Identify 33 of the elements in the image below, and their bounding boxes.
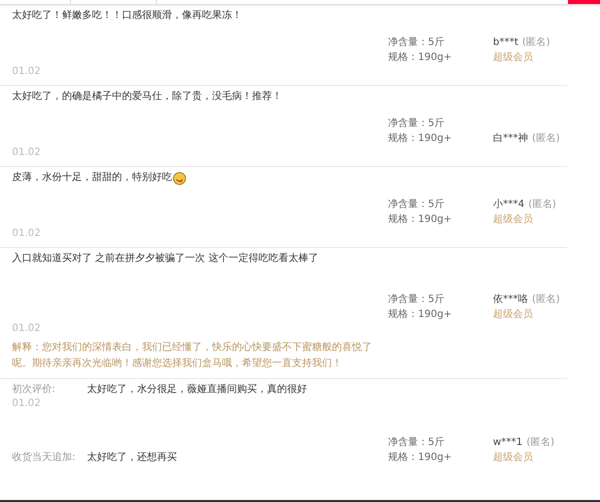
seller-reply: 解释：您对我们的深情表白，我们已经懂了，快乐的心快要盛不下蜜糖般的喜悦了呢。期待亲亲再次光临哟！感谢您选择我们盒马哦，希望您一直支持我们！ <box>12 340 373 371</box>
spec-label: 规格：190g+ <box>388 50 453 65</box>
user-name: 白***神 (匿名) <box>493 132 561 146</box>
review-text: 太好吃了，还想再买 <box>87 451 178 465</box>
user-name: 依***咯 (匿名) <box>493 293 561 307</box>
review-label: 初次评价: <box>12 383 56 397</box>
user-name: 小***4 (匿名) <box>493 198 558 212</box>
spec-label: 净含量：5斤 <box>388 292 446 307</box>
spec-label: 净含量：5斤 <box>388 116 446 131</box>
review-label: 收货当天追加: <box>12 451 76 465</box>
spec-label: 规格：190g+ <box>388 450 453 465</box>
review-date: 01.02 <box>12 65 42 79</box>
review-text: 皮薄，水份十足，甜甜的，特别好吃 <box>12 171 388 185</box>
member-level-label: 超级会员 <box>493 308 534 322</box>
member-level-label: 超级会员 <box>493 212 534 227</box>
review-date: 01.02 <box>12 146 42 160</box>
review-text: 太好吃了，水分很足，薇娅直播间购买，真的很好 <box>87 383 307 397</box>
user-name: b***t (匿名) <box>493 36 552 50</box>
spec-label: 规格：190g+ <box>388 132 453 146</box>
review-text: 入口就知道买对了 之前在拼夕夕被骗了一次 这个一定得吃吃看太棒了 <box>12 252 320 266</box>
spec-label: 净含量：5斤 <box>388 36 446 50</box>
review-date: 01.02 <box>12 227 42 241</box>
spec-label: 净含量：5斤 <box>388 198 446 212</box>
spec-label: 规格：190g+ <box>388 308 453 322</box>
user-name: w***1 (匿名) <box>493 436 556 450</box>
review-date: 01.02 <box>12 322 42 336</box>
review-date: 01.02 <box>12 397 42 411</box>
member-level-label: 超级会员 <box>493 50 534 65</box>
spec-label: 规格：190g+ <box>388 212 453 227</box>
review-text: 太好吃了，的确是橘子中的爱马仕，除了贵，没毛病！推荐！ <box>12 90 283 104</box>
spec-label: 净含量：5斤 <box>388 436 446 450</box>
member-level-label: 超级会员 <box>493 450 534 465</box>
review-text: 太好吃了！鲜嫩多吃！！口感很顺滑，像再吃果冻！ <box>12 9 243 23</box>
